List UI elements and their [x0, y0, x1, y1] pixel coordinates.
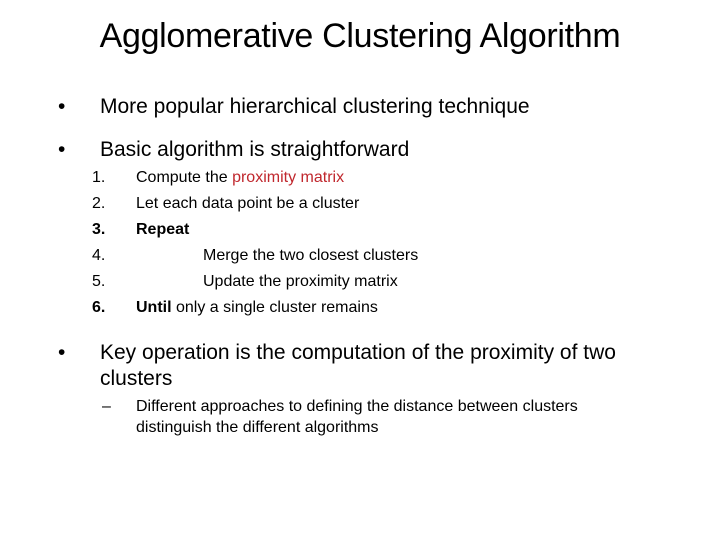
step-number: 1. — [92, 169, 106, 186]
step-number: 6. — [92, 299, 106, 316]
sub-bullet-line2: distinguish the different algorithms — [136, 419, 379, 436]
step-rest: only a single cluster remains — [171, 299, 378, 316]
bullet-text: More popular hierarchical clustering tec… — [100, 95, 530, 118]
bullet-icon: • — [58, 341, 66, 364]
bullet-text-line2: clusters — [100, 367, 173, 390]
step-prefix: Compute the — [136, 169, 233, 186]
step-text: Let each data point be a cluster — [136, 195, 360, 212]
step-text: Repeat — [136, 221, 190, 238]
step-keyword: Until — [136, 299, 172, 316]
step-text: Merge the two closest clusters — [203, 247, 419, 264]
bullet-icon: • — [58, 95, 66, 118]
step-number: 2. — [92, 195, 106, 212]
step-text: Update the proximity matrix — [203, 273, 398, 290]
step-text: Until only a single cluster remains — [136, 298, 378, 318]
step-text: Compute the proximity matrix — [136, 168, 344, 188]
step-number: 4. — [92, 247, 106, 264]
slide-title: Agglomerative Clustering Algorithm — [99, 17, 621, 55]
bullet-text: Basic algorithm is straightforward — [100, 138, 410, 161]
step-number: 5. — [92, 273, 106, 290]
dash-icon: – — [102, 398, 111, 415]
step-highlight: proximity matrix — [232, 169, 345, 186]
bullet-icon: • — [58, 138, 66, 161]
bullet-text-line1: Key operation is the computation of the … — [100, 341, 616, 364]
sub-bullet-line1: Different approaches to defining the dis… — [136, 398, 578, 415]
step-number: 3. — [92, 221, 106, 238]
